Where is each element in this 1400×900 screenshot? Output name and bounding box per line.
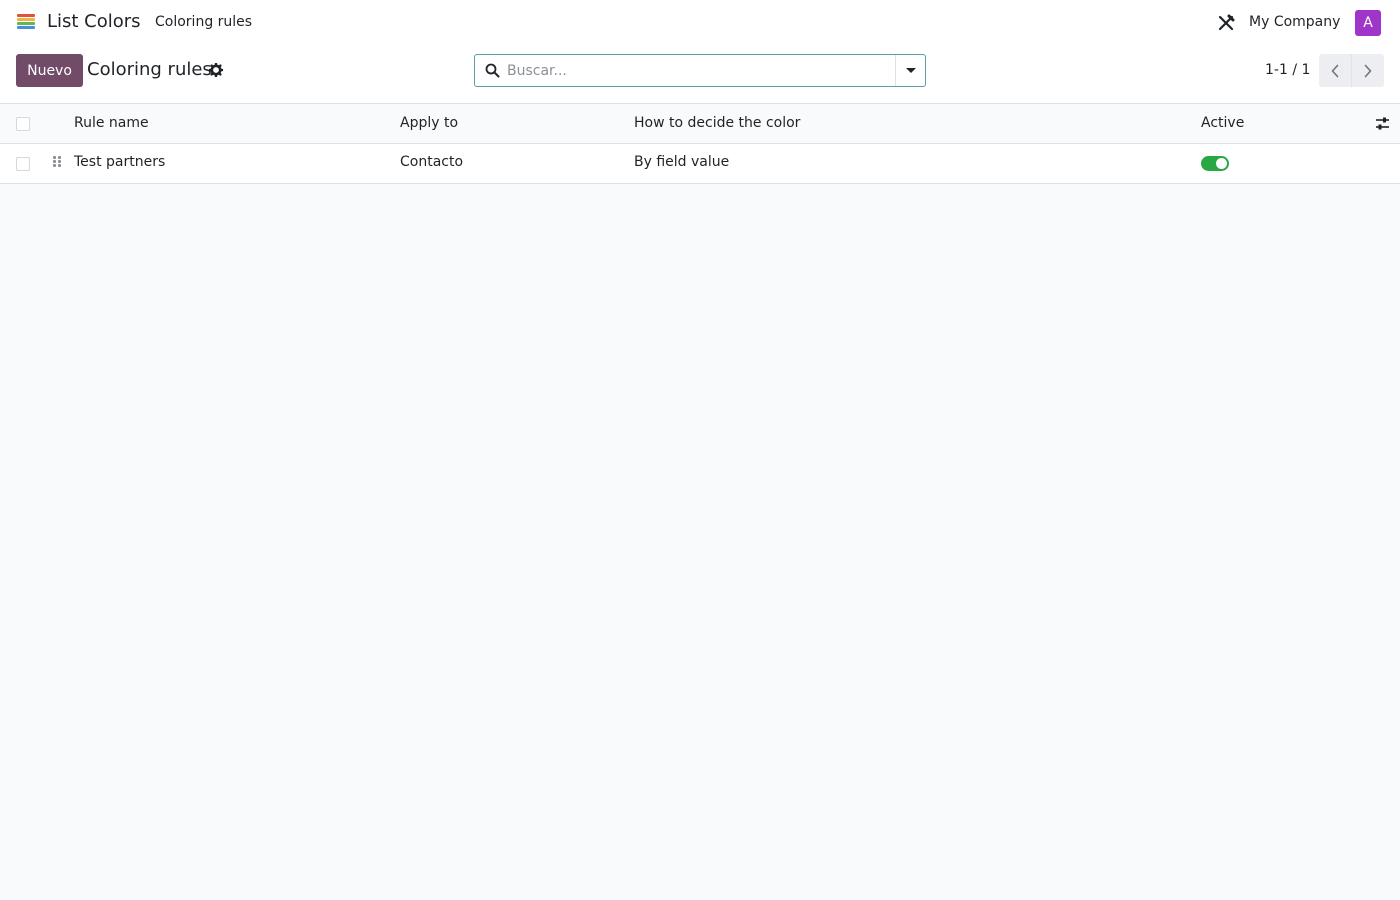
cell-how-to-decide[interactable]: By field value: [634, 154, 729, 170]
pager-previous-button[interactable]: [1319, 54, 1351, 87]
new-button[interactable]: Nuevo: [16, 54, 83, 87]
app-icon[interactable]: [17, 14, 35, 32]
row-checkbox[interactable]: [16, 157, 30, 171]
search-options-toggle[interactable]: [895, 55, 925, 86]
column-header-how-to-decide[interactable]: How to decide the color: [634, 115, 800, 131]
toggle-knob: [1216, 158, 1227, 169]
search-input[interactable]: [507, 56, 895, 85]
drag-handle-icon[interactable]: [53, 156, 61, 168]
control-panel: Nuevo Coloring rules 1-1 / 1: [0, 46, 1400, 104]
list-view: Rule name Apply to How to decide the col…: [0, 104, 1400, 184]
select-all-checkbox[interactable]: [16, 117, 30, 131]
gear-icon[interactable]: [209, 63, 223, 77]
top-navbar: List Colors Coloring rules My Company A: [0, 0, 1400, 46]
caret-down-icon: [906, 68, 916, 73]
chevron-left-icon: [1331, 64, 1339, 77]
pager-buttons: [1319, 54, 1384, 87]
column-header-apply-to[interactable]: Apply to: [400, 115, 458, 131]
optional-columns-icon[interactable]: [1375, 116, 1390, 131]
pager-next-button[interactable]: [1351, 54, 1383, 87]
cell-apply-to[interactable]: Contacto: [400, 154, 463, 170]
menu-item-coloring-rules[interactable]: Coloring rules: [155, 14, 252, 30]
search-icon: [485, 63, 500, 78]
cell-rule-name[interactable]: Test partners: [74, 154, 165, 170]
chevron-right-icon: [1364, 64, 1371, 77]
column-header-rule-name[interactable]: Rule name: [74, 115, 149, 131]
table-row[interactable]: Test partners Contacto By field value: [0, 144, 1400, 184]
company-switcher[interactable]: My Company: [1249, 14, 1340, 30]
page-title: Coloring rules: [87, 59, 212, 80]
active-toggle[interactable]: [1201, 156, 1229, 171]
app-name[interactable]: List Colors: [47, 11, 141, 32]
debug-tools-icon[interactable]: [1216, 13, 1236, 33]
pager-value[interactable]: 1-1 / 1: [1265, 62, 1310, 78]
table-header: Rule name Apply to How to decide the col…: [0, 104, 1400, 144]
search-bar: [474, 54, 926, 87]
user-avatar[interactable]: A: [1355, 10, 1381, 36]
column-header-active[interactable]: Active: [1201, 115, 1244, 131]
